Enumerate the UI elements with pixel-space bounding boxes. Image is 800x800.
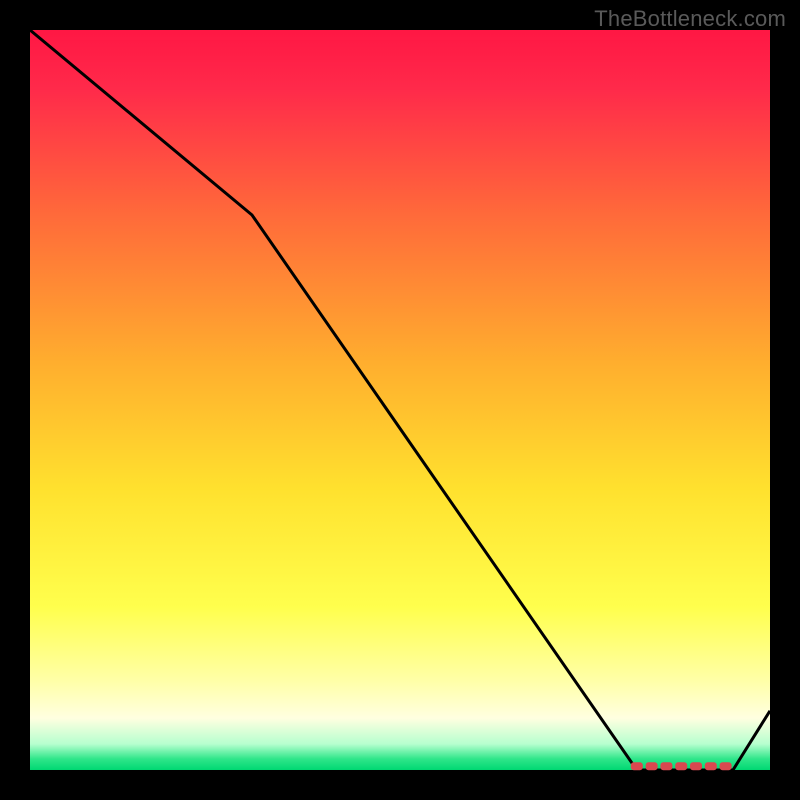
marker-dot [646,762,658,770]
watermark-text: TheBottleneck.com [594,6,786,32]
plot-area [30,30,770,770]
marker-dot [660,762,672,770]
marker-dot [631,762,643,770]
marker-dot [705,762,717,770]
marker-dot [690,762,702,770]
marker-dot [720,762,732,770]
marker-dot [675,762,687,770]
chart-svg [0,0,800,800]
bottleneck-chart: TheBottleneck.com [0,0,800,800]
